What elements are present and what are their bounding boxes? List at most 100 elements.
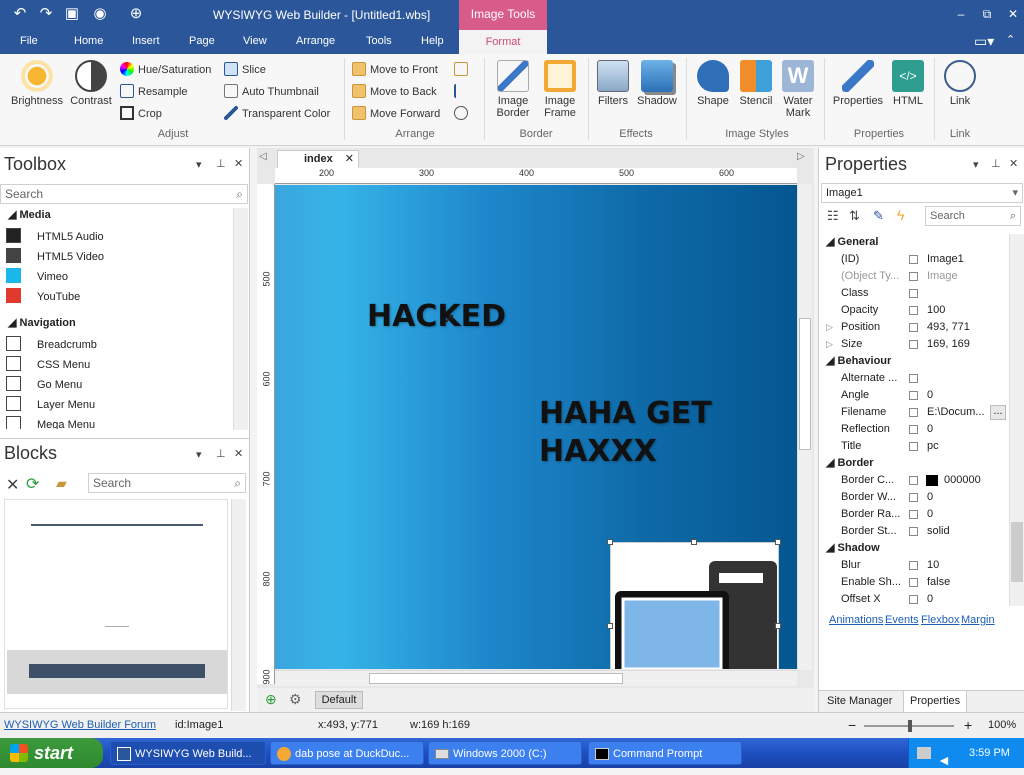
minimize-button[interactable]: –: [948, 4, 974, 24]
property-row[interactable]: (Object Ty... Image: [822, 268, 1008, 285]
maximize-button[interactable]: ⧉: [974, 4, 1000, 24]
blocks-scrollbar[interactable]: [231, 499, 246, 711]
zoom-thumb[interactable]: [908, 720, 912, 732]
property-category-shadow[interactable]: ◢ Shadow: [826, 540, 880, 557]
toolbox-scrollbar[interactable]: [233, 208, 248, 430]
image-border-button[interactable]: Image Border: [488, 58, 538, 119]
toolbox-item[interactable]: CSS Menu: [6, 355, 90, 375]
tab-file[interactable]: File: [20, 35, 38, 47]
tab-help[interactable]: Help: [421, 35, 444, 47]
property-row[interactable]: Border Ra... 0: [822, 506, 1008, 523]
property-value[interactable]: false: [927, 574, 950, 591]
property-value[interactable]: Image: [927, 268, 958, 285]
image-frame-button[interactable]: Image Frame: [538, 58, 582, 119]
property-row[interactable]: Title pc: [822, 438, 1008, 455]
property-value[interactable]: 10: [927, 557, 939, 574]
resize-handle[interactable]: [607, 623, 613, 629]
move-to-front-button[interactable]: Move to Front: [352, 61, 438, 79]
close-tab-icon[interactable]: ✕: [345, 151, 354, 168]
property-row[interactable]: Alternate ...: [822, 370, 1008, 387]
property-value[interactable]: pc: [927, 438, 939, 455]
hacked-text[interactable]: HACKED: [367, 299, 506, 334]
taskbar-item-wysiwyg[interactable]: WYSIWYG Web Build...: [110, 741, 266, 765]
close-icon[interactable]: ✕: [1009, 157, 1018, 170]
events-link[interactable]: Events: [885, 614, 919, 626]
preview-icon[interactable]: ◉: [90, 4, 110, 22]
volume-icon[interactable]: ◄: [937, 745, 951, 775]
scroll-thumb[interactable]: [1011, 522, 1023, 582]
toolbox-item[interactable]: Go Menu: [6, 375, 82, 395]
default-page-tab[interactable]: Default: [315, 691, 363, 709]
dropdown-icon[interactable]: ▾: [196, 448, 202, 461]
properties-search-input[interactable]: Search ⌕: [925, 206, 1021, 226]
move-forward-button[interactable]: Move Forward: [352, 105, 440, 123]
reset-icon[interactable]: [909, 476, 918, 485]
tab-page[interactable]: Page: [189, 35, 215, 47]
reset-icon[interactable]: [909, 289, 918, 298]
object-selector[interactable]: Image1 ▾: [821, 183, 1023, 203]
tab-insert[interactable]: Insert: [132, 35, 160, 47]
properties-scrollbar[interactable]: [1009, 234, 1024, 606]
margin-link[interactable]: Margin: [961, 614, 995, 626]
property-value[interactable]: 169, 169: [927, 336, 970, 353]
shape-button[interactable]: Shape: [694, 58, 732, 107]
property-row[interactable]: Class: [822, 285, 1008, 302]
collapse-ribbon-icon[interactable]: ⌃: [1006, 33, 1015, 46]
close-button[interactable]: ✕: [1000, 4, 1024, 24]
refresh-icon[interactable]: ⟳: [26, 474, 39, 494]
property-row[interactable]: Border St... solid: [822, 523, 1008, 540]
toolbox-item[interactable]: Layer Menu: [6, 395, 95, 415]
delete-icon[interactable]: ✕: [6, 475, 19, 495]
property-row[interactable]: (ID) Image1: [822, 251, 1008, 268]
property-value[interactable]: 0: [927, 421, 933, 438]
toolbox-item[interactable]: Mega Menu: [6, 415, 95, 429]
reset-icon[interactable]: [909, 323, 918, 332]
publish-icon[interactable]: ⊕: [126, 4, 146, 22]
haha-text[interactable]: HAHA GET HAXXX: [539, 395, 712, 471]
move-to-back-button[interactable]: Move to Back: [352, 83, 437, 101]
dropdown-icon[interactable]: ▾: [196, 158, 202, 171]
search-icon[interactable]: ⌕: [236, 185, 243, 203]
transparent-color-button[interactable]: Transparent Color: [224, 105, 330, 123]
stencil-button[interactable]: Stencil: [736, 58, 776, 107]
rotate-icon-button[interactable]: [454, 105, 472, 123]
crop-button[interactable]: Crop: [120, 105, 162, 123]
taskbar-item-browser[interactable]: dab pose at DuckDuc...: [270, 741, 424, 765]
tab-format[interactable]: Format: [459, 30, 547, 54]
reset-icon[interactable]: [909, 442, 918, 451]
property-row[interactable]: Reflection 0: [822, 421, 1008, 438]
properties-tab[interactable]: Properties: [903, 691, 968, 713]
redo-icon[interactable]: ↷: [36, 4, 56, 22]
taskbar-item-cmd[interactable]: Command Prompt: [588, 741, 742, 765]
search-icon[interactable]: ⌕: [234, 474, 241, 492]
resize-handle[interactable]: [607, 539, 613, 545]
wrench-icon[interactable]: ✎: [873, 208, 884, 224]
property-row[interactable]: Offset X 0: [822, 591, 1008, 608]
close-icon[interactable]: ✕: [234, 157, 243, 170]
reset-icon[interactable]: [909, 255, 918, 264]
reset-icon[interactable]: [909, 340, 918, 349]
events-icon[interactable]: ϟ: [897, 207, 904, 223]
folder-icon[interactable]: ▰: [56, 475, 67, 492]
reset-icon[interactable]: [909, 578, 918, 587]
property-row[interactable]: Border C... 000000: [822, 472, 1008, 489]
pin-icon[interactable]: ⊥: [216, 447, 226, 460]
resize-handle[interactable]: [691, 539, 697, 545]
reset-icon[interactable]: [909, 306, 918, 315]
document-tab[interactable]: index ✕: [277, 150, 359, 168]
zoom-out-icon[interactable]: −: [848, 717, 856, 733]
property-row[interactable]: Enable Sh... false: [822, 574, 1008, 591]
blocks-preview[interactable]: [4, 499, 228, 709]
property-category-border[interactable]: ◢ Border: [826, 455, 874, 472]
reset-icon[interactable]: [909, 561, 918, 570]
save-icon[interactable]: ▣: [62, 4, 82, 22]
html-button[interactable]: </> HTML: [888, 58, 928, 107]
property-value[interactable]: 100: [927, 302, 945, 319]
property-value[interactable]: 0: [927, 506, 933, 523]
reset-icon[interactable]: [909, 425, 918, 434]
taskbar-item-explorer[interactable]: Windows 2000 (C:): [428, 741, 582, 765]
watermark-button[interactable]: W Water Mark: [778, 58, 818, 119]
zoom-in-icon[interactable]: +: [964, 717, 972, 733]
tab-home[interactable]: Home: [74, 35, 103, 47]
dropdown-icon[interactable]: ▾: [973, 158, 979, 171]
